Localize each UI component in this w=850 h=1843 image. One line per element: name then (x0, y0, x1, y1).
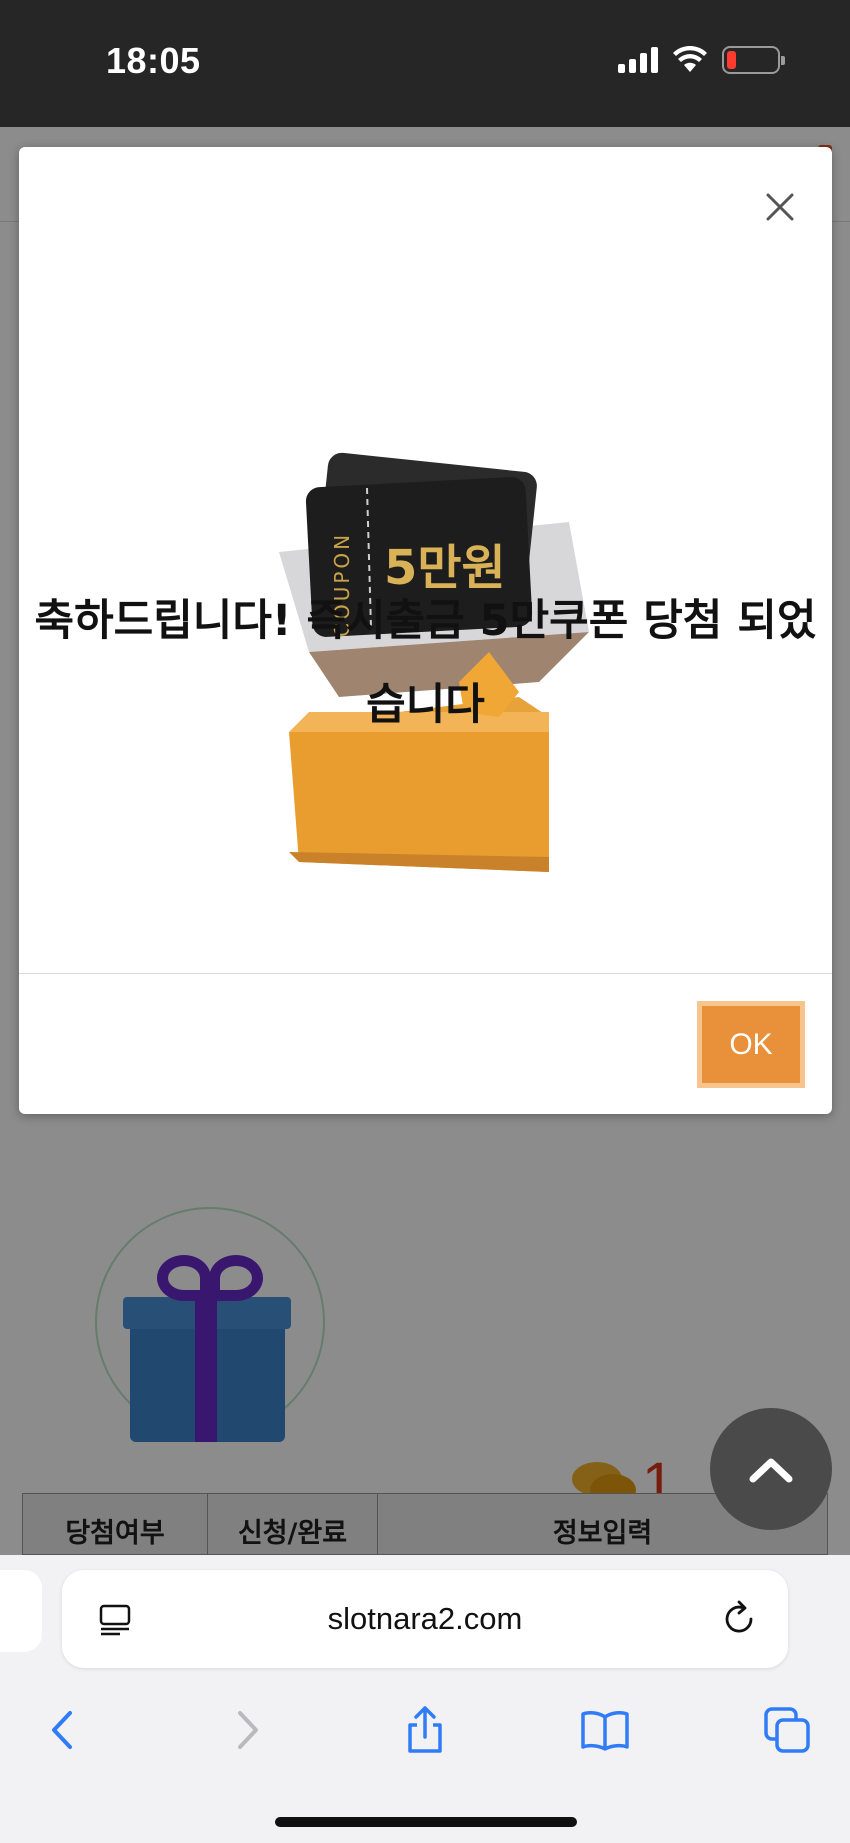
forward-button[interactable] (212, 1695, 282, 1765)
home-indicator[interactable] (275, 1817, 577, 1827)
modal-divider (19, 973, 832, 974)
scroll-to-top-button[interactable] (710, 1408, 832, 1530)
browser-chrome: slotnara2.com (0, 1555, 850, 1843)
chevron-up-icon (749, 1458, 793, 1483)
tabs-button[interactable] (752, 1695, 822, 1765)
browser-toolbar (0, 1695, 850, 1785)
url-text: slotnara2.com (327, 1601, 523, 1636)
prize-modal: COUPON 5만원 축하드립니다! 즉시출금 5만쿠폰 당첨 되었습니다 OK (19, 147, 832, 1114)
battery-icon (722, 46, 785, 74)
chevron-right-icon (238, 1711, 258, 1749)
status-bar: 18:05 (0, 0, 850, 127)
previous-tab-edge[interactable] (0, 1570, 42, 1652)
tabs-icon (764, 1707, 810, 1753)
book-icon (581, 1711, 629, 1751)
address-bar[interactable]: slotnara2.com (62, 1570, 788, 1668)
share-button[interactable] (390, 1695, 460, 1765)
status-icons (618, 46, 785, 74)
prize-message: 축하드립니다! 즉시출금 5만쿠폰 당첨 되었습니다 (34, 596, 817, 730)
battery-level (727, 51, 736, 69)
ok-button[interactable]: OK (697, 1001, 805, 1088)
share-icon (408, 1706, 442, 1753)
close-icon (766, 193, 794, 221)
bookmarks-button[interactable] (570, 1695, 640, 1765)
close-button[interactable] (758, 185, 802, 229)
back-button[interactable] (28, 1695, 98, 1765)
reload-icon[interactable] (720, 1600, 758, 1638)
wifi-icon (673, 46, 707, 72)
status-time: 18:05 (106, 40, 201, 81)
cellular-signal-icon (618, 47, 658, 73)
chevron-left-icon (52, 1711, 72, 1749)
